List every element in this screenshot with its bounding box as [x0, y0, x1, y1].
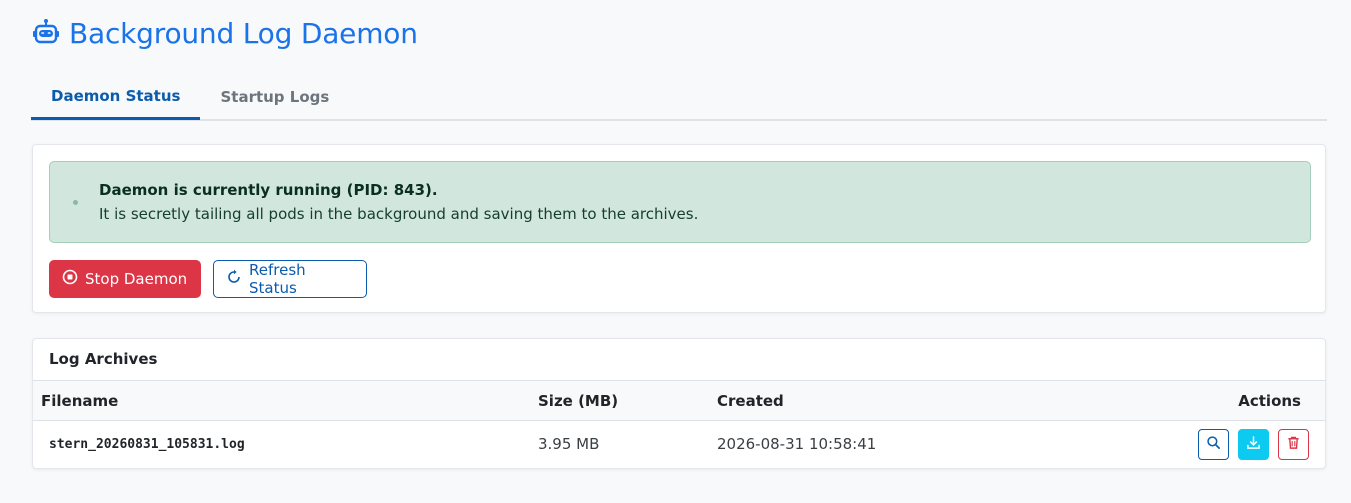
stop-circle-icon: [62, 269, 78, 289]
daemon-status-card: Daemon is currently running (PID: 843). …: [32, 144, 1326, 313]
refresh-icon: [226, 269, 242, 289]
archives-table: Filename Size (MB) Created Actions stern…: [33, 380, 1325, 467]
column-header-size: Size (MB): [538, 391, 619, 410]
table-header: Filename Size (MB) Created Actions: [33, 380, 1325, 421]
page-title: Background Log Daemon: [69, 16, 418, 50]
trash-icon: [1286, 435, 1301, 454]
page-header: Background Log Daemon: [31, 14, 418, 52]
row-size: 3.95 MB: [538, 435, 600, 453]
stop-daemon-button[interactable]: Stop Daemon: [49, 260, 201, 298]
status-dot-icon: [73, 200, 78, 205]
tab-daemon-status[interactable]: Daemon Status: [31, 74, 201, 120]
download-log-button[interactable]: [1238, 429, 1269, 460]
status-description: It is secretly tailing all pods in the b…: [99, 205, 699, 223]
download-icon: [1246, 435, 1261, 454]
log-archives-card: Log Archives Filename Size (MB) Created …: [32, 338, 1326, 469]
table-row: stern_20260831_105831.log 3.95 MB 2026-0…: [33, 421, 1325, 467]
column-header-filename: Filename: [41, 391, 119, 410]
search-icon: [1206, 435, 1221, 454]
column-header-actions: Actions: [1238, 391, 1301, 410]
row-created: 2026-08-31 10:58:41: [717, 435, 877, 453]
view-log-button[interactable]: [1198, 429, 1229, 460]
column-header-created: Created: [717, 391, 784, 410]
log-archives-title: Log Archives: [49, 350, 158, 368]
status-alert: Daemon is currently running (PID: 843). …: [49, 161, 1311, 243]
page: Background Log Daemon Daemon Status Star…: [0, 0, 1351, 503]
tab-bar: Daemon Status Startup Logs: [31, 74, 1327, 121]
refresh-status-label: Refresh Status: [249, 261, 306, 297]
robot-icon: [31, 18, 61, 48]
stop-daemon-label: Stop Daemon: [85, 270, 188, 288]
status-heading: Daemon is currently running (PID: 843).: [99, 181, 438, 199]
delete-log-button[interactable]: [1278, 429, 1309, 460]
row-actions: [1198, 429, 1309, 460]
tab-startup-logs[interactable]: Startup Logs: [200, 74, 349, 120]
refresh-status-button[interactable]: Refresh Status: [213, 260, 367, 298]
row-filename: stern_20260831_105831.log: [49, 436, 245, 452]
